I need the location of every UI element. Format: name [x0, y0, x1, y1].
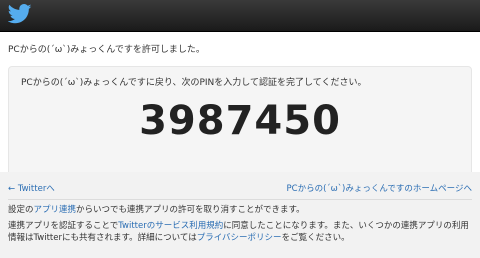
divider [8, 199, 472, 200]
revoke-text-post: からいつでも連携アプリの許可を取り消すことができます。 [76, 205, 305, 215]
top-bar [0, 0, 480, 32]
app-connections-link[interactable]: アプリ連携 [34, 205, 77, 215]
back-to-twitter-link[interactable]: ← Twitterへ [8, 184, 55, 195]
revoke-notice: 設定のアプリ連携からいつでも連携アプリの許可を取り消すことができます。 [8, 204, 472, 216]
pin-code: 3987450 [139, 98, 341, 144]
authorized-message: PCからの(´ω`)みょっくんですを許可しました。 [8, 45, 205, 55]
terms-of-service-link[interactable]: Twitterのサービス利用規約 [118, 221, 223, 231]
revoke-text-pre: 設定の [8, 205, 34, 215]
privacy-policy-link[interactable]: プライバシーポリシー [197, 233, 282, 243]
twitter-bird-icon[interactable] [8, 4, 32, 24]
policy-text-post: をご覧ください。 [281, 233, 350, 243]
policy-notice: 連携アプリを認証することでTwitterのサービス利用規約に同意したことになりま… [8, 220, 472, 244]
policy-text-pre: 連携アプリを認証することで [8, 221, 119, 231]
main-card: PCからの(´ω`)みょっくんですを許可しました。 PCからの(´ω`)みょっく… [0, 32, 480, 188]
footer: ← Twitterへ PCからの(´ω`)みょっくんですのホームページへ 設定の… [0, 172, 480, 258]
pin-instruction: PCからの(´ω`)みょっくんですに戻り、次のPINを入力して認証を完了してくだ… [21, 78, 367, 88]
app-homepage-link[interactable]: PCからの(´ω`)みょっくんですのホームページへ [287, 184, 472, 195]
pin-box: PCからの(´ω`)みょっくんですに戻り、次のPINを入力して認証を完了してくだ… [8, 66, 472, 188]
